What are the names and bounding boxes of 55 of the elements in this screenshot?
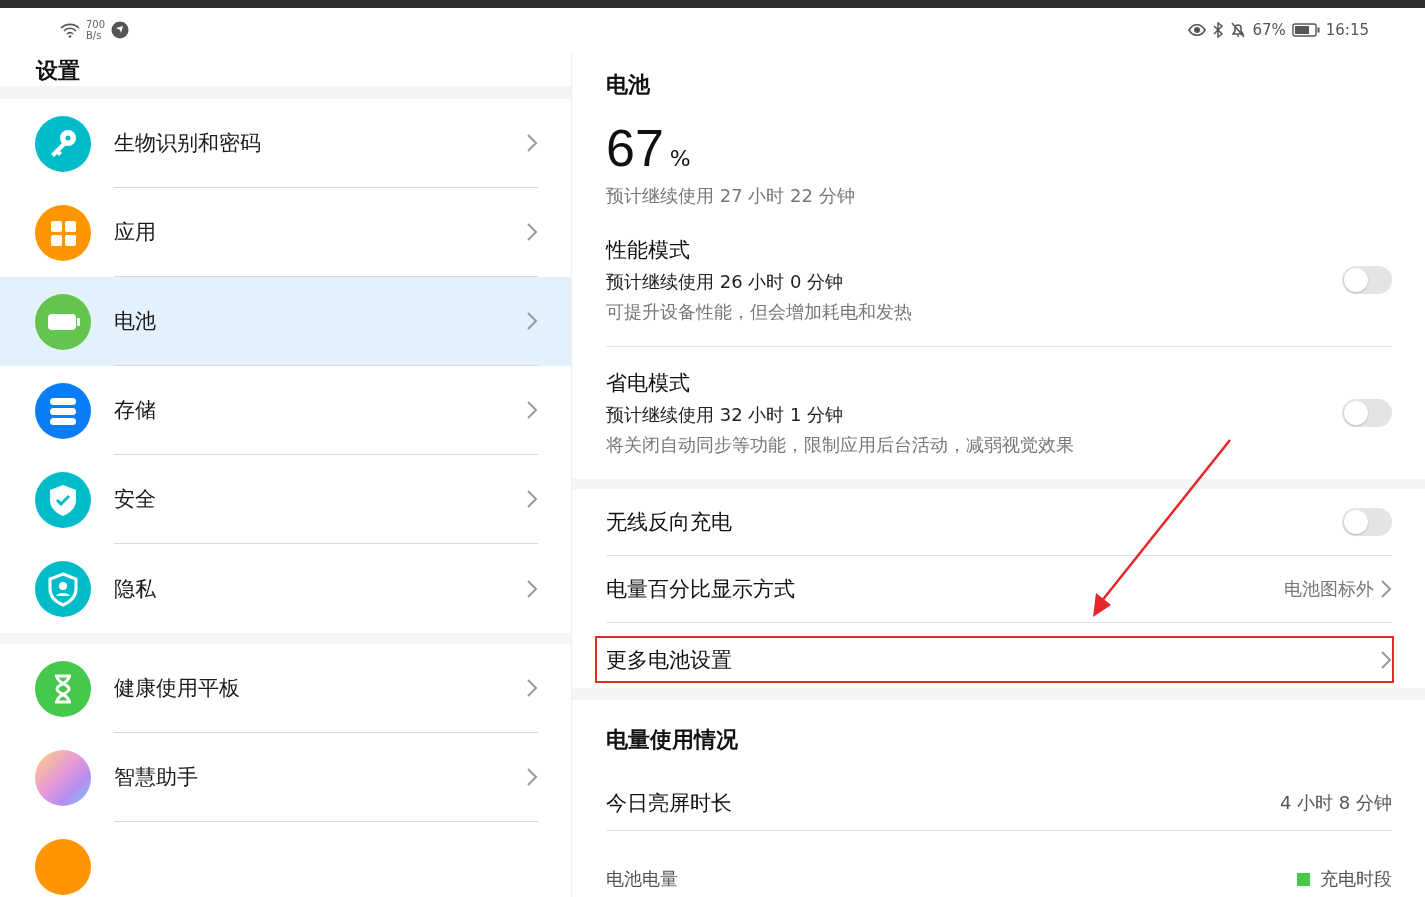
notification-icon bbox=[111, 21, 130, 39]
orb-icon bbox=[35, 749, 91, 806]
sidebar-label: 智慧助手 bbox=[114, 764, 198, 791]
battery-percent: 67% bbox=[1252, 21, 1286, 39]
mode-title: 性能模式 bbox=[606, 237, 691, 264]
eye-icon bbox=[1188, 23, 1207, 37]
setting-value: 电池图标外 bbox=[1284, 577, 1374, 601]
mode-estimate: 预计继续使用 26 小时 0 分钟 bbox=[606, 270, 845, 294]
speed-unit: B/s bbox=[86, 30, 103, 41]
battery-level-value: 67 bbox=[606, 118, 664, 178]
sidebar-label: 健康使用平板 bbox=[114, 675, 240, 702]
sidebar-label: 生物识别和密码 bbox=[114, 130, 261, 157]
chevron-icon bbox=[1380, 649, 1392, 670]
settings-title: 设置 bbox=[34, 57, 81, 85]
chevron-icon bbox=[526, 489, 538, 509]
screen-time-value: 4 小时 8 分钟 bbox=[1279, 791, 1392, 815]
page-title: 电池 bbox=[606, 71, 651, 99]
mode-description: 将关闭自动同步等功能，限制应用后台活动，减弱视觉效果 bbox=[606, 433, 1074, 457]
clock-time: 16:15 bbox=[1325, 21, 1369, 39]
chevron-icon bbox=[526, 133, 538, 153]
chevron-icon bbox=[526, 400, 538, 420]
mode-title: 省电模式 bbox=[606, 370, 691, 397]
mode-estimate: 预计继续使用 32 小时 1 分钟 bbox=[606, 403, 845, 427]
setting-label: 电量百分比显示方式 bbox=[606, 576, 795, 603]
bell-muted-icon bbox=[1230, 22, 1247, 38]
sidebar-label: 隐私 bbox=[114, 575, 156, 603]
setting-row[interactable]: 无线反向充电 bbox=[606, 489, 1392, 556]
chevron-icon bbox=[526, 311, 538, 331]
mode-switch[interactable] bbox=[1342, 399, 1392, 427]
setting-label: 更多电池设置 bbox=[606, 646, 732, 674]
sidebar-item[interactable]: 电池 bbox=[0, 277, 571, 366]
battery-level-label: 电池电量 bbox=[606, 867, 678, 891]
wifi-icon bbox=[60, 22, 80, 38]
sidebar-label: 安全 bbox=[114, 486, 156, 513]
network-speed: 700 bbox=[86, 19, 106, 30]
sidebar-label: 应用 bbox=[114, 219, 156, 246]
chevron-icon bbox=[1380, 579, 1392, 599]
highlighted-setting-row[interactable]: 更多电池设置 bbox=[595, 636, 1394, 683]
setting-label: 无线反向充电 bbox=[606, 509, 732, 536]
chevron-icon bbox=[526, 578, 538, 599]
legend-label: 充电时段 bbox=[1320, 867, 1392, 891]
percent-unit: % bbox=[669, 146, 691, 171]
sidebar-label: 电池 bbox=[114, 308, 156, 335]
chevron-icon bbox=[526, 678, 538, 698]
setting-switch[interactable] bbox=[1342, 508, 1392, 536]
remaining-time: 预计继续使用 27 小时 22 分钟 bbox=[606, 184, 856, 208]
chevron-icon bbox=[526, 767, 538, 787]
bluetooth-icon bbox=[1212, 22, 1225, 38]
chevron-icon bbox=[526, 222, 538, 242]
mode-switch[interactable] bbox=[1342, 266, 1392, 294]
battery-status-icon bbox=[1291, 23, 1320, 37]
screen-time-label: 今日亮屏时长 bbox=[606, 790, 732, 817]
sidebar-label: 存储 bbox=[114, 397, 156, 424]
usage-title: 电量使用情况 bbox=[606, 726, 739, 754]
mode-description: 可提升设备性能，但会增加耗电和发热 bbox=[606, 300, 912, 324]
